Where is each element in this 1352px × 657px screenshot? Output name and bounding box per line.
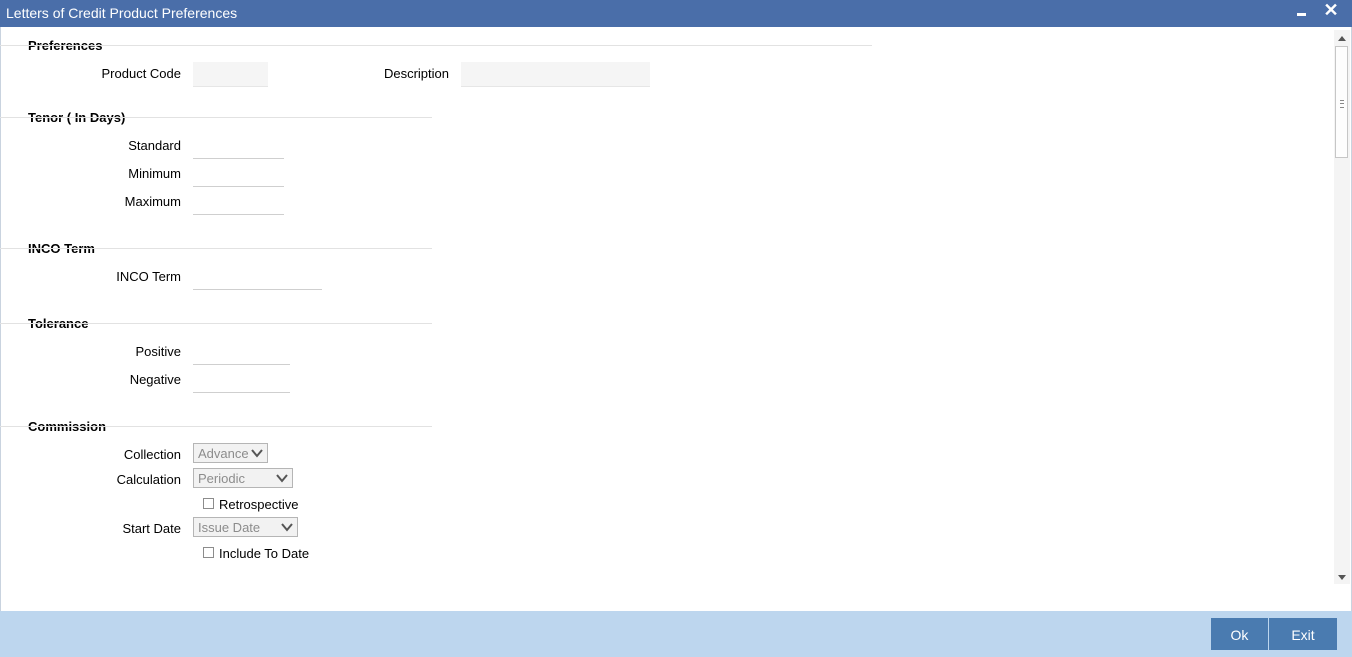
vertical-scrollbar[interactable]: [1334, 30, 1350, 584]
window-titlebar: Letters of Credit Product Preferences ✕: [0, 0, 1352, 27]
window-title: Letters of Credit Product Preferences: [6, 5, 238, 21]
include-to-date-checkbox[interactable]: [203, 547, 214, 558]
include-to-date-label: Include To Date: [219, 546, 310, 561]
tenor-minimum-label: Minimum: [128, 166, 181, 181]
tenor-maximum-input[interactable]: [193, 190, 284, 215]
collection-label: Collection: [123, 447, 181, 462]
section-divider: [0, 248, 432, 249]
start-date-select[interactable]: Issue Date: [193, 517, 298, 537]
inco-term-input[interactable]: [193, 265, 322, 290]
tolerance-positive-input[interactable]: [193, 340, 290, 365]
tenor-minimum-input[interactable]: [193, 162, 284, 187]
description-label: Description: [383, 66, 449, 81]
start-date-value: Issue Date: [198, 520, 261, 535]
section-divider: [0, 426, 432, 427]
retrospective-checkbox[interactable]: [203, 498, 214, 509]
exit-button[interactable]: Exit: [1269, 618, 1337, 650]
scroll-up-icon[interactable]: [1338, 36, 1346, 41]
start-date-label: Start Date: [122, 521, 181, 536]
chevron-down-icon: [281, 523, 293, 532]
tolerance-positive-label: Positive: [135, 344, 181, 359]
tenor-maximum-label: Maximum: [124, 194, 181, 209]
calculation-value: Periodic: [198, 471, 245, 486]
collection-value: Advance: [198, 446, 249, 461]
tolerance-negative-label: Negative: [129, 372, 181, 387]
section-divider: [0, 323, 432, 324]
calculation-select[interactable]: Periodic: [193, 468, 293, 488]
ok-button[interactable]: Ok: [1211, 618, 1268, 650]
chevron-down-icon: [251, 449, 263, 458]
chevron-down-icon: [276, 474, 288, 483]
tolerance-negative-input[interactable]: [193, 368, 290, 393]
product-code-label: Product Code: [101, 66, 182, 81]
grip-icon: [1340, 100, 1344, 108]
scrollbar-thumb[interactable]: [1335, 46, 1348, 158]
close-icon[interactable]: ✕: [1322, 0, 1340, 22]
dialog-footer: [0, 611, 1352, 657]
scroll-down-icon[interactable]: [1338, 575, 1346, 580]
collection-select[interactable]: Advance: [193, 443, 268, 463]
inco-term-label: INCO Term: [116, 269, 181, 284]
description-field[interactable]: [461, 62, 650, 87]
retrospective-label: Retrospective: [219, 497, 299, 512]
section-divider: [0, 45, 872, 46]
tenor-standard-label: Standard: [128, 138, 181, 153]
calculation-label: Calculation: [116, 472, 181, 487]
minimize-icon[interactable]: [1295, 3, 1311, 23]
section-divider: [0, 117, 432, 118]
tenor-standard-input[interactable]: [193, 134, 284, 159]
product-code-field[interactable]: [193, 62, 268, 87]
